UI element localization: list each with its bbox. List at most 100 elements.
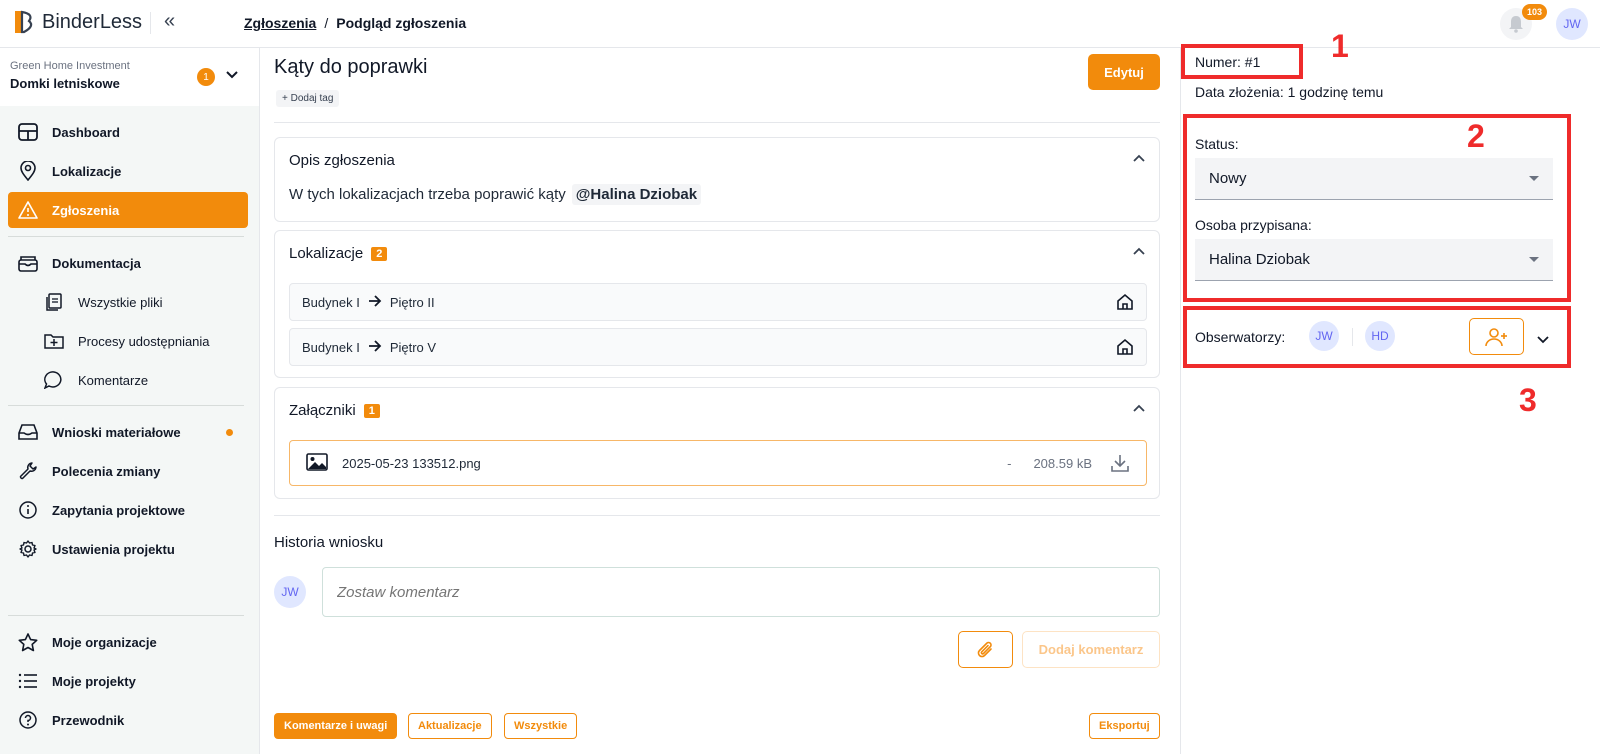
annotation-number-1: 1 [1331, 28, 1349, 64]
breadcrumb-current: Podgląd zgłoszenia [336, 15, 467, 31]
arrow-right-icon [368, 294, 382, 310]
date-row: Data złożenia: 1 godzinę temu [1195, 84, 1383, 100]
sidebar-item-label: Polecenia zmiany [52, 463, 161, 479]
sidebar-item-label: Moje organizacje [52, 634, 157, 650]
page-title: Kąty do poprawki [274, 56, 428, 78]
location-building: Budynek I [302, 294, 360, 310]
sidebar-item-ustawienia-projektu[interactable]: Ustawienia projektu [8, 531, 248, 567]
binderless-logo-icon [15, 10, 33, 34]
attachments-heading: Załączniki [289, 402, 356, 419]
date-label: Data złożenia: [1195, 84, 1284, 100]
sidebar-item-moje-organizacje[interactable]: Moje organizacje [8, 624, 248, 660]
details-panel: Numer: #1 Data złożenia: 1 godzinę temu … [1180, 28, 1600, 754]
chevron-up-icon[interactable] [1133, 400, 1145, 415]
sidebar-item-label: Przewodnik [52, 712, 125, 728]
sidebar-item-label: Wszystkie pliki [78, 294, 163, 310]
folder-plus-icon [44, 331, 64, 351]
main-content: Kąty do poprawki + Dodaj tag Edytuj Opis… [260, 48, 1180, 754]
project-badge: 1 [197, 68, 215, 86]
warning-icon [18, 200, 38, 220]
attach-file-button[interactable] [958, 631, 1013, 668]
attachments-count-badge: 1 [363, 403, 380, 418]
star-icon [18, 632, 38, 652]
home-icon[interactable] [1116, 338, 1134, 359]
sidebar-item-komentarze[interactable]: Komentarze [8, 362, 248, 398]
sidebar-item-label: Ustawienia projektu [52, 541, 175, 557]
download-icon[interactable] [1110, 453, 1130, 476]
add-comment-button[interactable]: Dodaj komentarz [1022, 631, 1160, 668]
user-avatar[interactable]: JW [1556, 8, 1588, 40]
sidebar-item-label: Lokalizacje [52, 163, 122, 179]
sidebar-item-procesy-udostepniania[interactable]: Procesy udostępniania [8, 323, 248, 359]
sidebar-item-wszystkie-pliki[interactable]: Wszystkie pliki [8, 284, 248, 320]
add-tag-button[interactable]: + Dodaj tag [276, 90, 340, 107]
location-pin-icon [18, 161, 38, 181]
sidebar-item-label: Zgłoszenia [52, 202, 120, 218]
sidebar: Green Home Investment Domki letniskowe 1… [0, 48, 260, 754]
org-name: Green Home Investment [10, 60, 130, 72]
chevron-down-icon[interactable] [226, 66, 238, 82]
project-switcher[interactable]: Green Home Investment Domki letniskowe 1 [0, 48, 259, 106]
location-floor: Piętro II [389, 294, 435, 310]
notification-count-badge: 103 [1522, 4, 1548, 20]
app-name: BinderLess [42, 10, 143, 33]
sidebar-item-zapytania-projektowe[interactable]: Zapytania projektowe [8, 492, 248, 528]
sidebar-item-przewodnik[interactable]: Przewodnik [8, 702, 248, 738]
inbox-icon [18, 422, 38, 442]
comment-input[interactable] [322, 567, 1160, 617]
user-mention[interactable]: @Halina Dziobak [571, 184, 702, 205]
description-card: Opis zgłoszenia W tych lokalizacjach trz… [274, 137, 1160, 222]
attachment-row[interactable]: 2025-05-23 133512.png - 208.59 kB [289, 440, 1147, 486]
chevron-up-icon[interactable] [1133, 243, 1145, 258]
annotation-box-2 [1183, 114, 1571, 302]
breadcrumb-link[interactable]: Zgłoszenia [244, 15, 316, 31]
location-row[interactable]: Budynek I Piętro II [289, 283, 1147, 321]
locations-card: Lokalizacje 2 Budynek I Piętro II Budyne… [274, 230, 1160, 378]
divider [8, 405, 244, 406]
attachment-separator: - [1007, 456, 1012, 471]
archive-icon [18, 253, 38, 273]
list-icon [18, 671, 38, 691]
filter-updates-tab[interactable]: Aktualizacje [408, 713, 492, 739]
locations-header: Lokalizacje 2 [289, 245, 388, 262]
sidebar-item-label: Zapytania projektowe [52, 502, 185, 518]
attachment-file-name: 2025-05-23 133512.png [342, 455, 481, 471]
divider [8, 615, 244, 616]
export-button[interactable]: Eksportuj [1089, 713, 1160, 739]
chevron-up-icon[interactable] [1133, 150, 1145, 165]
breadcrumb-separator: / [324, 15, 329, 31]
collapse-sidebar-icon[interactable]: « [164, 10, 175, 33]
sidebar-item-lokalizacje[interactable]: Lokalizacje [8, 153, 248, 189]
description-text: W tych lokalizacjach trzeba poprawić kąt… [289, 184, 702, 205]
divider [8, 236, 244, 237]
locations-count-badge: 2 [371, 246, 388, 261]
date-value: 1 godzinę temu [1287, 84, 1384, 100]
sidebar-item-dashboard[interactable]: Dashboard [8, 114, 248, 150]
home-icon[interactable] [1116, 293, 1134, 314]
annotation-number-3: 3 [1519, 382, 1537, 418]
commenter-avatar: JW [274, 576, 306, 608]
divider [150, 12, 151, 34]
sidebar-item-dokumentacja[interactable]: Dokumentacja [8, 245, 248, 281]
attachment-file-size: 208.59 kB [1033, 456, 1092, 471]
location-row[interactable]: Budynek I Piętro V [289, 328, 1147, 366]
sidebar-item-zgloszenia[interactable]: Zgłoszenia [8, 192, 248, 228]
divider [274, 122, 1160, 123]
info-icon [18, 500, 38, 520]
sidebar-item-polecenia-zmiany[interactable]: Polecenia zmiany [8, 453, 248, 489]
breadcrumb: Zgłoszenia / Podgląd zgłoszenia [244, 15, 466, 31]
divider [274, 515, 1160, 516]
sidebar-item-label: Dashboard [52, 124, 120, 140]
wrench-icon [18, 461, 38, 481]
edit-button[interactable]: Edytuj [1088, 54, 1160, 90]
app-logo[interactable]: BinderLess [14, 10, 142, 34]
history-heading: Historia wniosku [274, 534, 384, 551]
sidebar-item-wnioski-materialowe[interactable]: Wnioski materiałowe [8, 414, 248, 450]
annotation-box-1 [1181, 44, 1303, 79]
filter-all-tab[interactable]: Wszystkie [504, 713, 578, 739]
sidebar-item-moje-projekty[interactable]: Moje projekty [8, 663, 248, 699]
location-floor: Piętro V [389, 339, 437, 355]
attachments-card: Załączniki 1 2025-05-23 133512.png - 208… [274, 387, 1160, 499]
filter-comments-tab[interactable]: Komentarze i uwagi [274, 713, 398, 739]
attachments-header: Załączniki 1 [289, 402, 380, 419]
